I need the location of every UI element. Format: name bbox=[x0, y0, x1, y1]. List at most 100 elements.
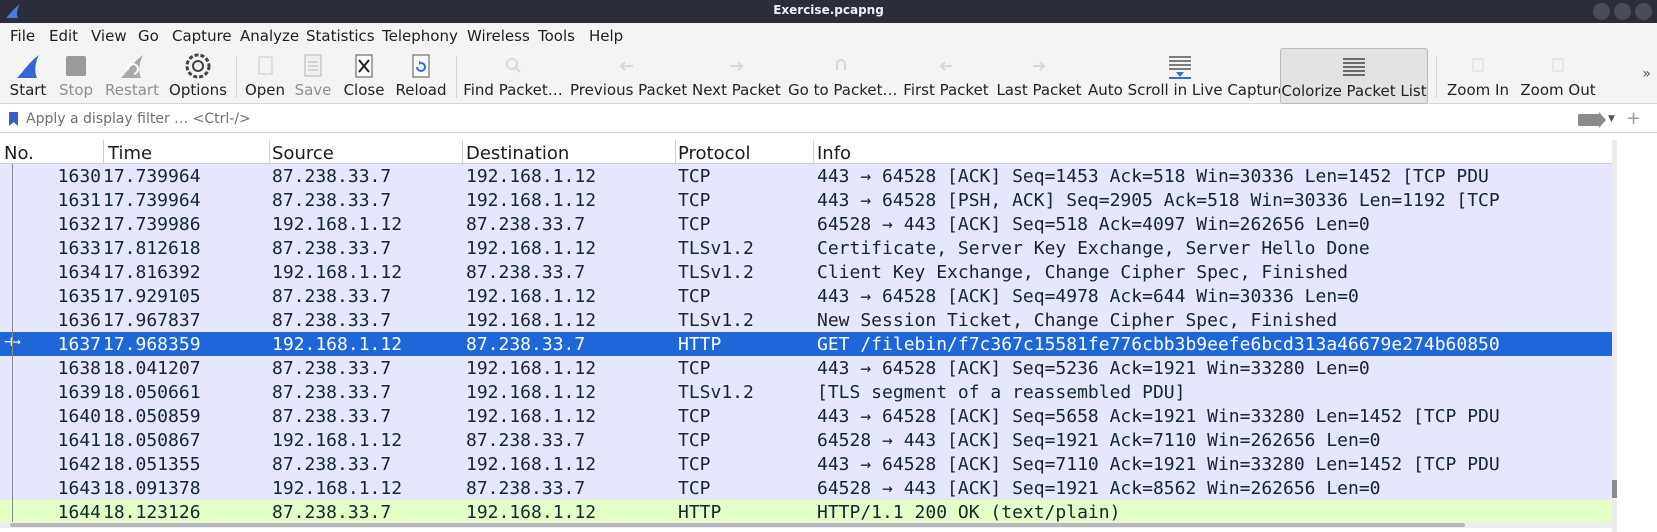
column-divider[interactable] bbox=[813, 140, 814, 164]
menu-help[interactable]: Help bbox=[589, 27, 623, 45]
column-header-time[interactable]: Time bbox=[108, 143, 152, 164]
packet-row[interactable]: 1634 17.816392 192.168.1.12 87.238.33.7 TLSv… bbox=[0, 260, 1617, 284]
packet-source: 87.238.33.7 bbox=[272, 238, 392, 259]
scrollbar-thumb[interactable] bbox=[10, 523, 1465, 527]
packet-row[interactable]: 1631 17.739964 87.238.33.7 192.168.1.12 TCP 4… bbox=[0, 188, 1617, 212]
packet-row[interactable]: 1641 18.050867 192.168.1.12 87.238.33.7 TCP 6… bbox=[0, 428, 1617, 452]
restart-fin-icon bbox=[121, 55, 143, 78]
colorize-packet-list-button[interactable]: Colorize Packet List bbox=[1280, 48, 1428, 104]
packet-row[interactable]: 1632 17.739986 192.168.1.12 87.238.33.7 TCP 6… bbox=[0, 212, 1617, 236]
add-filter-button-plus-icon[interactable]: + bbox=[1626, 108, 1641, 129]
reload-file-button[interactable]: Reload bbox=[394, 48, 448, 104]
menu-bar: File Edit View Go Capture Analyze Statis… bbox=[0, 23, 1657, 48]
open-file-button[interactable]: Open bbox=[242, 48, 288, 104]
column-header-destination[interactable]: Destination bbox=[466, 143, 569, 164]
packet-protocol: TCP bbox=[678, 430, 711, 451]
previous-packet-button[interactable]: Previous Packet bbox=[570, 48, 687, 104]
packet-number: 1639 bbox=[57, 382, 101, 403]
packet-row[interactable]: 1644 18.123126 87.238.33.7 192.168.1.12 HTTP… bbox=[0, 500, 1617, 524]
packet-list: No. Time Source Destination Protocol Inf… bbox=[0, 140, 1617, 532]
find-packet-button[interactable]: Find Packet… bbox=[462, 48, 564, 104]
column-divider[interactable] bbox=[269, 140, 270, 164]
packet-number: 1635 bbox=[57, 286, 101, 307]
packet-destination: 192.168.1.12 bbox=[466, 310, 597, 331]
packet-time: 18.091378 bbox=[103, 478, 201, 499]
auto-scroll-button[interactable]: Auto Scroll in Live Capture bbox=[1088, 48, 1287, 104]
column-header-no[interactable]: No. bbox=[4, 143, 34, 164]
save-file-button[interactable]: Save bbox=[292, 48, 334, 104]
go-to-packet-button[interactable]: Go to Packet… bbox=[788, 48, 897, 104]
packet-destination: 192.168.1.12 bbox=[466, 286, 597, 307]
stop-capture-button[interactable]: Stop bbox=[54, 48, 98, 104]
packet-row[interactable]: 1642 18.051355 87.238.33.7 192.168.1.12 TCP 4… bbox=[0, 452, 1617, 476]
bookmark-icon[interactable] bbox=[9, 112, 18, 126]
menu-analyze[interactable]: Analyze bbox=[240, 27, 299, 45]
column-header-info[interactable]: Info bbox=[817, 143, 851, 164]
column-divider[interactable] bbox=[462, 140, 463, 164]
options-label: Options bbox=[169, 81, 227, 99]
packet-row[interactable]: 1640 18.050859 87.238.33.7 192.168.1.12 TCP 4… bbox=[0, 404, 1617, 428]
menu-tools[interactable]: Tools bbox=[538, 27, 575, 45]
packet-row[interactable]: 1638 18.041207 87.238.33.7 192.168.1.12 TCP 4… bbox=[0, 356, 1617, 380]
toolbar-separator bbox=[1436, 56, 1437, 98]
toolbar-separator bbox=[456, 56, 457, 98]
toolbar-overflow-chevron-icon[interactable]: » bbox=[1642, 66, 1651, 82]
last-packet-button[interactable]: Last Packet bbox=[996, 48, 1082, 104]
packet-source: 87.238.33.7 bbox=[272, 310, 392, 331]
horizontal-scrollbar[interactable] bbox=[0, 522, 1612, 528]
minimize-button[interactable] bbox=[1593, 3, 1610, 20]
packet-source: 192.168.1.12 bbox=[272, 478, 403, 499]
close-label: Close bbox=[343, 81, 385, 99]
start-capture-button[interactable]: Start bbox=[4, 48, 52, 104]
column-divider[interactable] bbox=[675, 140, 676, 164]
apply-filter-arrow-icon[interactable] bbox=[1578, 112, 1606, 128]
menu-view[interactable]: View bbox=[91, 27, 127, 45]
display-filter-input[interactable] bbox=[26, 109, 1566, 129]
filter-history-chevron-down-icon[interactable]: ▼ bbox=[1608, 114, 1615, 124]
capture-options-button[interactable]: Options bbox=[166, 48, 230, 104]
packet-source: 87.238.33.7 bbox=[272, 502, 392, 523]
toolbar-separator bbox=[236, 56, 237, 98]
close-file-button[interactable]: Close bbox=[340, 48, 388, 104]
zoom-in-button[interactable]: Zoom In bbox=[1442, 48, 1514, 104]
menu-edit[interactable]: Edit bbox=[49, 27, 78, 45]
menu-statistics[interactable]: Statistics bbox=[306, 27, 375, 45]
packet-row[interactable]: 1636 17.967837 87.238.33.7 192.168.1.12 TLSv… bbox=[0, 308, 1617, 332]
vertical-scrollbar[interactable] bbox=[1612, 140, 1617, 532]
packet-protocol: TCP bbox=[678, 454, 711, 475]
title-bar: Exercise.pcapng bbox=[0, 0, 1657, 23]
menu-telephony[interactable]: Telephony bbox=[382, 27, 458, 45]
restart-capture-button[interactable]: Restart bbox=[100, 48, 164, 104]
packet-row[interactable]: 1639 18.050661 87.238.33.7 192.168.1.12 TLSv… bbox=[0, 380, 1617, 404]
menu-capture[interactable]: Capture bbox=[172, 27, 232, 45]
scrollbar-thumb[interactable] bbox=[1612, 480, 1617, 498]
packet-source: 87.238.33.7 bbox=[272, 358, 392, 379]
packet-source: 87.238.33.7 bbox=[272, 382, 392, 403]
packet-row[interactable]: 1643 18.091378 192.168.1.12 87.238.33.7 TCP 6… bbox=[0, 476, 1617, 500]
maximize-button[interactable] bbox=[1614, 3, 1631, 20]
menu-go[interactable]: Go bbox=[138, 27, 159, 45]
column-header-protocol[interactable]: Protocol bbox=[678, 143, 751, 164]
packet-destination: 192.168.1.12 bbox=[466, 454, 597, 475]
column-header-source[interactable]: Source bbox=[272, 143, 334, 164]
menu-file[interactable]: File bbox=[10, 27, 35, 45]
packet-time: 18.041207 bbox=[103, 358, 201, 379]
packet-time: 17.816392 bbox=[103, 262, 201, 283]
packet-number: 1640 bbox=[57, 406, 101, 427]
column-divider[interactable] bbox=[103, 140, 104, 164]
packet-row[interactable]: 1633 17.812618 87.238.33.7 192.168.1.12 TLSv… bbox=[0, 236, 1617, 260]
packet-info: 443 → 64528 [PSH, ACK] Seq=2905 Ack=518 … bbox=[817, 190, 1500, 211]
selected-packet-row[interactable]: 1637 17.968359 192.168.1.12 87.238.33.7 HTTP… bbox=[0, 332, 1617, 356]
zoom-out-button[interactable]: Zoom Out bbox=[1516, 48, 1600, 104]
packet-info: [TLS segment of a reassembled PDU] bbox=[817, 382, 1186, 403]
menu-wireless[interactable]: Wireless bbox=[467, 27, 530, 45]
packet-number: 1642 bbox=[57, 454, 101, 475]
packet-info: HTTP/1.1 200 OK (text/plain) bbox=[817, 502, 1121, 523]
packet-protocol: TCP bbox=[678, 406, 711, 427]
next-packet-button[interactable]: Next Packet bbox=[692, 48, 781, 104]
close-window-button[interactable] bbox=[1635, 3, 1652, 20]
first-packet-button[interactable]: First Packet bbox=[902, 48, 990, 104]
packet-time: 17.739964 bbox=[103, 166, 201, 187]
packet-row[interactable]: 1635 17.929105 87.238.33.7 192.168.1.12 TCP 4… bbox=[0, 284, 1617, 308]
packet-row[interactable]: 1630 17.739964 87.238.33.7 192.168.1.12 TCP 4… bbox=[0, 164, 1617, 188]
